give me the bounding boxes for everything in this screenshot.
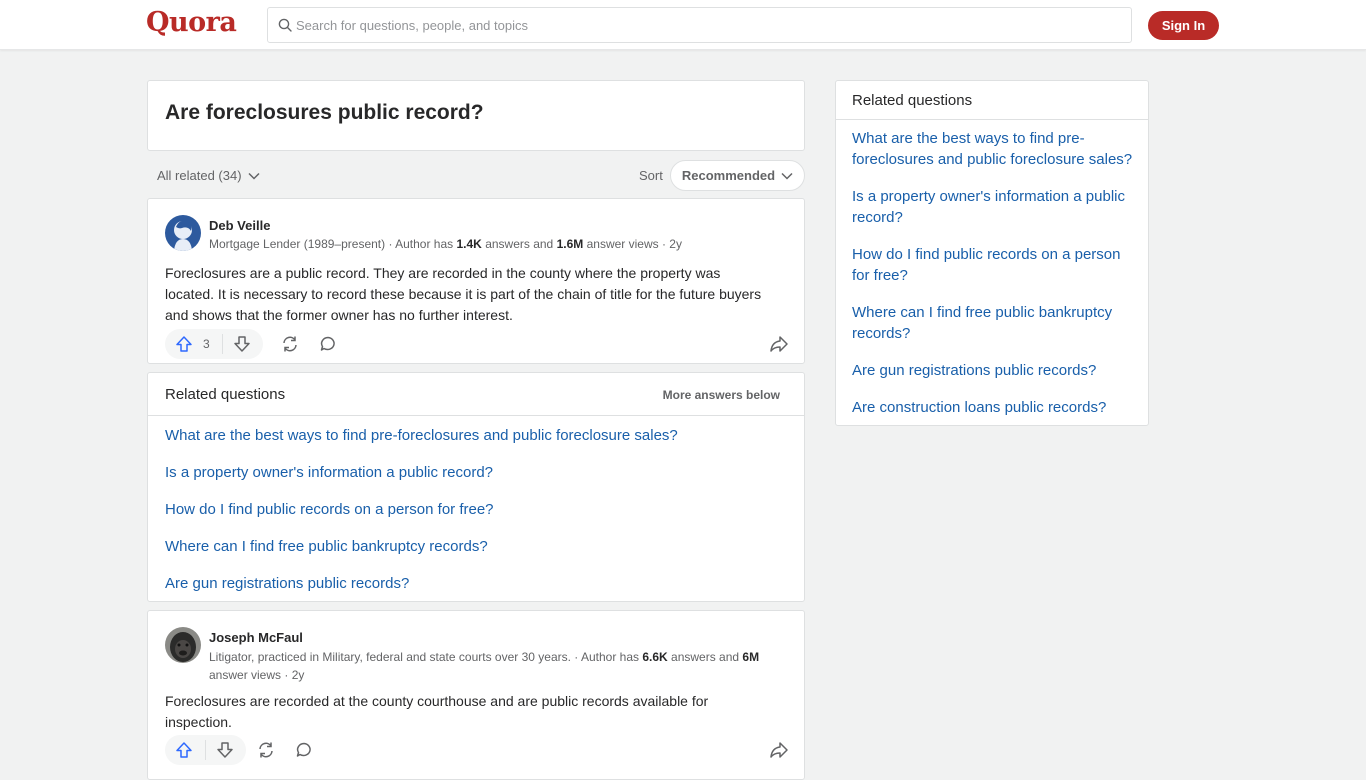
related-question-link[interactable]: How do I find public records on a person… <box>852 244 1137 286</box>
quora-logo[interactable]: Quora <box>146 7 237 38</box>
author-name[interactable]: Deb Veille <box>209 218 270 233</box>
downvote-icon <box>217 742 233 758</box>
related-question-link[interactable]: What are the best ways to find pre-forec… <box>165 427 678 444</box>
answer-actions: 3 <box>165 329 789 359</box>
answer-text[interactable]: Foreclosures are a public record. They a… <box>165 263 765 326</box>
related-question-link[interactable]: Where can I find free public bankruptcy … <box>852 302 1137 344</box>
all-related-label: All related (34) <box>157 168 242 183</box>
related-questions-title: Related questions <box>852 92 973 109</box>
author-credential: Litigator, practiced in Military, federa… <box>209 650 760 682</box>
author-name[interactable]: Joseph McFaul <box>209 630 303 645</box>
share-icon[interactable] <box>769 334 789 354</box>
related-question-link[interactable]: Is a property owner's information a publ… <box>852 186 1137 228</box>
avatar[interactable] <box>165 627 201 663</box>
answer-text[interactable]: Foreclosures are recorded at the county … <box>165 691 765 733</box>
sort-dropdown[interactable]: Recommended <box>670 160 805 191</box>
comment-icon[interactable] <box>295 741 313 759</box>
vote-group <box>165 735 246 765</box>
downvote-button[interactable] <box>206 735 246 765</box>
search-bar[interactable] <box>267 7 1132 43</box>
comment-icon[interactable] <box>319 335 337 353</box>
related-questions-header: Related questions More answers below <box>148 373 804 416</box>
related-question-link[interactable]: How do I find public records on a person… <box>165 501 494 518</box>
author-credential: Mortgage Lender (1989–present) · Author … <box>209 237 682 251</box>
chevron-down-icon <box>781 172 793 180</box>
share-reshare-icon[interactable] <box>257 741 275 759</box>
upvote-button[interactable]: 3 <box>165 329 222 359</box>
related-questions-title: Related questions <box>165 386 286 403</box>
search-input[interactable] <box>296 8 1116 42</box>
sort-label: Sort <box>639 168 663 183</box>
downvote-button[interactable] <box>223 329 263 359</box>
upvote-icon <box>176 336 192 352</box>
top-bar: Quora Sign In <box>0 0 1366 50</box>
share-icon[interactable] <box>769 740 789 760</box>
more-answers-below: More answers below <box>662 388 780 402</box>
related-questions-sidebar: Related questions What are the best ways… <box>835 80 1149 426</box>
downvote-icon <box>233 336 250 352</box>
sign-in-button[interactable]: Sign In <box>1148 11 1219 40</box>
vote-group: 3 <box>165 329 263 359</box>
share-reshare-icon[interactable] <box>281 335 299 353</box>
answer-card: Joseph McFaul Litigator, practiced in Mi… <box>147 610 805 780</box>
related-question-link[interactable]: Are construction loans public records? <box>852 397 1137 418</box>
upvote-icon <box>176 742 192 758</box>
chevron-down-icon <box>248 172 260 180</box>
upvote-count: 3 <box>203 337 210 351</box>
question-card: Are foreclosures public record? <box>147 80 805 151</box>
related-questions-inline: Related questions More answers below Wha… <box>147 372 805 602</box>
question-title: Are foreclosures public record? <box>165 101 484 124</box>
answer-card: Deb Veille Mortgage Lender (1989–present… <box>147 198 805 364</box>
avatar[interactable] <box>165 215 201 251</box>
sort-value: Recommended <box>681 168 776 183</box>
search-icon <box>278 18 292 32</box>
related-questions-header: Related questions <box>836 81 1148 120</box>
related-question-link[interactable]: What are the best ways to find pre-forec… <box>852 128 1137 170</box>
related-question-link[interactable]: Are gun registrations public records? <box>165 575 409 592</box>
upvote-button[interactable] <box>165 735 205 765</box>
related-question-link[interactable]: Is a property owner's information a publ… <box>165 464 493 481</box>
answer-actions <box>165 735 789 765</box>
related-question-link[interactable]: Where can I find free public bankruptcy … <box>165 538 488 555</box>
all-related-filter[interactable]: All related (34) <box>157 168 260 183</box>
related-question-link[interactable]: Are gun registrations public records? <box>852 360 1137 381</box>
